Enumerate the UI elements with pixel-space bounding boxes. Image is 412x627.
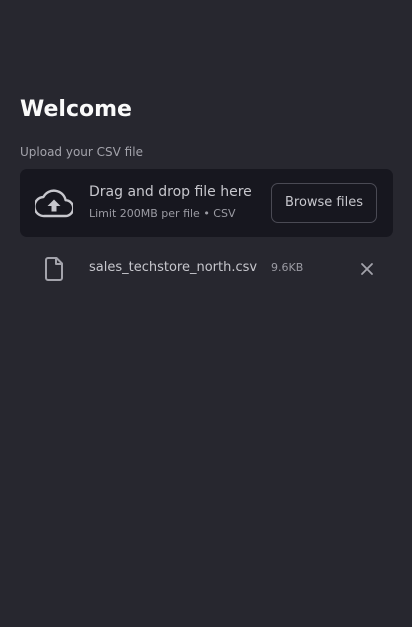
page-title: Welcome <box>20 97 132 122</box>
browse-files-button[interactable]: Browse files <box>271 183 377 223</box>
uploaded-file-row: sales_techstore_north.csv 9.6KB <box>20 250 393 288</box>
file-dropzone[interactable]: Drag and drop file here Limit 200MB per … <box>20 169 393 237</box>
cloud-upload-icon <box>35 189 73 218</box>
uploaded-file-name: sales_techstore_north.csv <box>89 260 258 275</box>
remove-file-button[interactable] <box>357 259 377 279</box>
close-icon <box>361 263 373 275</box>
file-icon <box>45 257 63 281</box>
app-page: Welcome Upload your CSV file Drag and dr… <box>0 0 412 627</box>
upload-label: Upload your CSV file <box>20 145 143 159</box>
uploaded-file-size: 9.6KB <box>271 261 304 274</box>
dropzone-title: Drag and drop file here <box>89 184 252 200</box>
dropzone-limit-text: Limit 200MB per file • CSV <box>89 207 236 220</box>
